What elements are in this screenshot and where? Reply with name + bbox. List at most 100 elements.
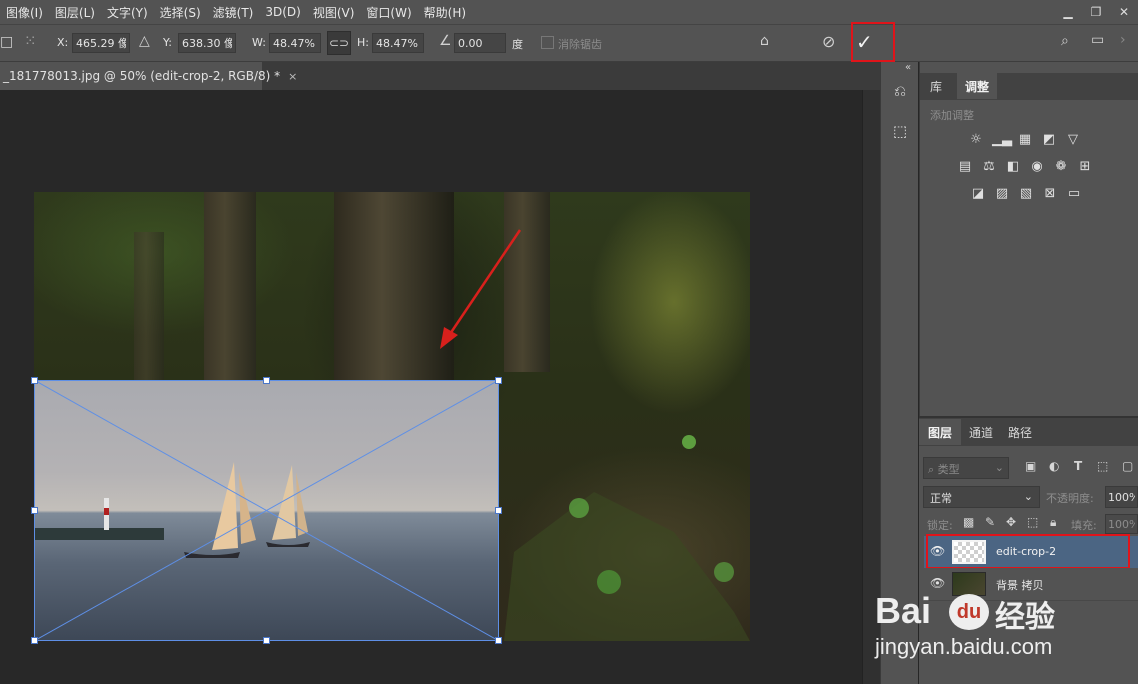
menu-help[interactable]: 帮助(H) <box>418 4 472 21</box>
commit-transform-icon[interactable]: ✓ <box>856 30 873 54</box>
transform-diagonals <box>34 380 500 642</box>
levels-icon[interactable]: ▁▃ <box>992 132 1012 148</box>
exposure-icon[interactable]: ◩ <box>1041 132 1057 148</box>
annotation-arrow <box>440 229 522 349</box>
watermark-url: jingyan.baidu.com <box>875 634 1053 659</box>
3d-panel-icon[interactable]: ⬚ <box>889 122 911 144</box>
menu-bar: 图像(I) 图层(L) 文字(Y) 选择(S) 滤镜(T) 3D(D) 视图(V… <box>0 0 1138 24</box>
reference-point-grid-icon[interactable]: ⁙ <box>24 32 37 50</box>
transform-handle[interactable] <box>495 377 502 384</box>
tab-channels[interactable]: 通道 <box>961 419 1001 445</box>
menu-type[interactable]: 文字(Y) <box>101 4 154 21</box>
menu-3d[interactable]: 3D(D) <box>259 5 306 19</box>
y-position-input[interactable] <box>178 33 236 53</box>
transform-handle[interactable] <box>495 507 502 514</box>
tab-layers[interactable]: 图层 <box>919 419 961 445</box>
minimize-icon[interactable]: ▁ <box>1054 2 1082 22</box>
fill-label: 填充: <box>1071 519 1097 532</box>
gradient-map-icon[interactable]: ▭ <box>1066 186 1082 202</box>
angle-icon: ∠ <box>439 33 452 49</box>
menu-image[interactable]: 图像(I) <box>0 4 49 21</box>
tab-libraries[interactable]: 库 <box>920 73 952 99</box>
warp-mode-icon[interactable]: ⌂ <box>760 33 769 49</box>
tab-paths[interactable]: 路径 <box>1001 419 1039 445</box>
w-label: W: <box>252 36 266 49</box>
lock-position-icon[interactable]: ✥ <box>1006 515 1016 529</box>
menu-window[interactable]: 窗口(W) <box>360 4 417 21</box>
black-white-icon[interactable]: ◧ <box>1005 159 1021 175</box>
adjustment-filter-icon[interactable]: ◐ <box>1049 459 1059 473</box>
cancel-transform-icon[interactable]: ⊘ <box>822 32 835 51</box>
document-tab[interactable]: _181778013.jpg @ 50% (edit-crop-2, RGB/8… <box>0 62 297 90</box>
photo-filter-icon[interactable]: ◉ <box>1029 159 1045 175</box>
color-lookup-icon[interactable]: ⊞ <box>1077 159 1093 175</box>
chevron-down-icon: ⌄ <box>1023 490 1033 503</box>
kind-placeholder: 类型 <box>937 463 960 476</box>
menu-select[interactable]: 选择(S) <box>154 4 207 21</box>
width-input[interactable] <box>269 33 321 53</box>
lock-label: 锁定: <box>927 519 953 532</box>
lock-artboard-icon[interactable]: ⬚ <box>1027 515 1038 529</box>
y-label: Y: <box>163 36 172 49</box>
transform-handle[interactable] <box>31 507 38 514</box>
type-filter-icon[interactable]: T <box>1074 459 1082 473</box>
angle-unit: 度 <box>512 38 523 51</box>
link-icon[interactable]: ⊂⊃ <box>327 31 351 55</box>
delta-icon[interactable]: △ <box>139 33 150 49</box>
blend-mode-select[interactable]: 正常 ⌄ <box>923 486 1040 508</box>
baidu-watermark: Bai du 经验 jingyan.baidu.com <box>875 590 1138 684</box>
shape-filter-icon[interactable]: ⬚ <box>1097 459 1108 473</box>
workspace-icon[interactable]: ▭ <box>1091 32 1104 48</box>
workspace-chevron-icon[interactable]: › <box>1120 32 1126 48</box>
angle-input[interactable] <box>454 33 506 53</box>
transform-handle[interactable] <box>263 637 270 644</box>
pixel-filter-icon[interactable]: ▣ <box>1025 459 1036 473</box>
close-window-icon[interactable]: ✕ <box>1110 2 1138 22</box>
transform-handle[interactable] <box>31 377 38 384</box>
lock-pixels-icon[interactable]: ✎ <box>985 515 995 529</box>
visibility-eye-icon[interactable]: 👁︎ <box>930 576 945 590</box>
vibrance-icon[interactable]: ▽ <box>1065 132 1081 148</box>
fill-input[interactable] <box>1105 514 1138 534</box>
panel-tab-bar <box>920 73 1138 100</box>
h-label: H: <box>357 36 369 49</box>
transform-handle[interactable] <box>263 377 270 384</box>
collapse-panels-icon[interactable]: « <box>905 62 911 73</box>
x-label: X: <box>57 36 69 49</box>
threshold-icon[interactable]: ▧ <box>1018 186 1034 202</box>
height-input[interactable] <box>372 33 424 53</box>
channel-mixer-icon[interactable]: ❁ <box>1053 159 1069 175</box>
selective-color-icon[interactable]: ⊠ <box>1042 186 1058 202</box>
chevron-down-icon: ⌄ <box>994 461 1004 474</box>
transform-handle[interactable] <box>495 637 502 644</box>
window-controls: ▁ ❐ ✕ <box>1054 0 1138 24</box>
lock-all-icon[interactable]: 🔒︎ <box>1050 515 1056 530</box>
lock-transparency-icon[interactable]: ▩ <box>963 515 974 529</box>
restore-icon[interactable]: ❐ <box>1082 2 1110 22</box>
x-position-input[interactable] <box>72 33 130 53</box>
curves-icon[interactable]: ▦ <box>1017 132 1033 148</box>
close-tab-icon[interactable]: × <box>288 70 297 83</box>
watermark-brand: Bai <box>875 590 932 631</box>
watermark-cn-text: 经验 <box>995 600 1055 635</box>
options-bar: □ ⁙ X: △ Y: W: ⊂⊃ H: ∠ 度 消除锯齿 ⌂ ⊘ ✓ ⌕ ▭ … <box>0 22 1138 62</box>
invert-icon[interactable]: ◪ <box>970 186 986 202</box>
antialias-checkbox[interactable] <box>541 36 554 49</box>
antialias-label: 消除锯齿 <box>558 38 602 51</box>
reference-point-toggle-icon[interactable]: □ <box>0 34 13 50</box>
smart-object-filter-icon[interactable]: ▢ <box>1122 459 1133 473</box>
hue-saturation-icon[interactable]: ▤ <box>957 159 973 175</box>
search-icon[interactable]: ⌕ <box>1061 33 1069 49</box>
brightness-icon[interactable]: ☼ <box>968 132 984 148</box>
menu-layer[interactable]: 图层(L) <box>49 4 101 21</box>
tab-adjustments[interactable]: 调整 <box>957 73 997 99</box>
layer-kind-filter[interactable]: ⌕ 类型 ⌄ <box>923 457 1009 479</box>
menu-filter[interactable]: 滤镜(T) <box>207 4 260 21</box>
add-adjustment-label: 添加调整 <box>930 109 974 122</box>
opacity-input[interactable] <box>1105 486 1138 508</box>
color-balance-icon[interactable]: ⚖ <box>981 159 997 175</box>
transform-handle[interactable] <box>31 637 38 644</box>
history-icon[interactable]: ⎌ <box>889 82 911 104</box>
posterize-icon[interactable]: ▨ <box>994 186 1010 202</box>
menu-view[interactable]: 视图(V) <box>307 4 361 21</box>
